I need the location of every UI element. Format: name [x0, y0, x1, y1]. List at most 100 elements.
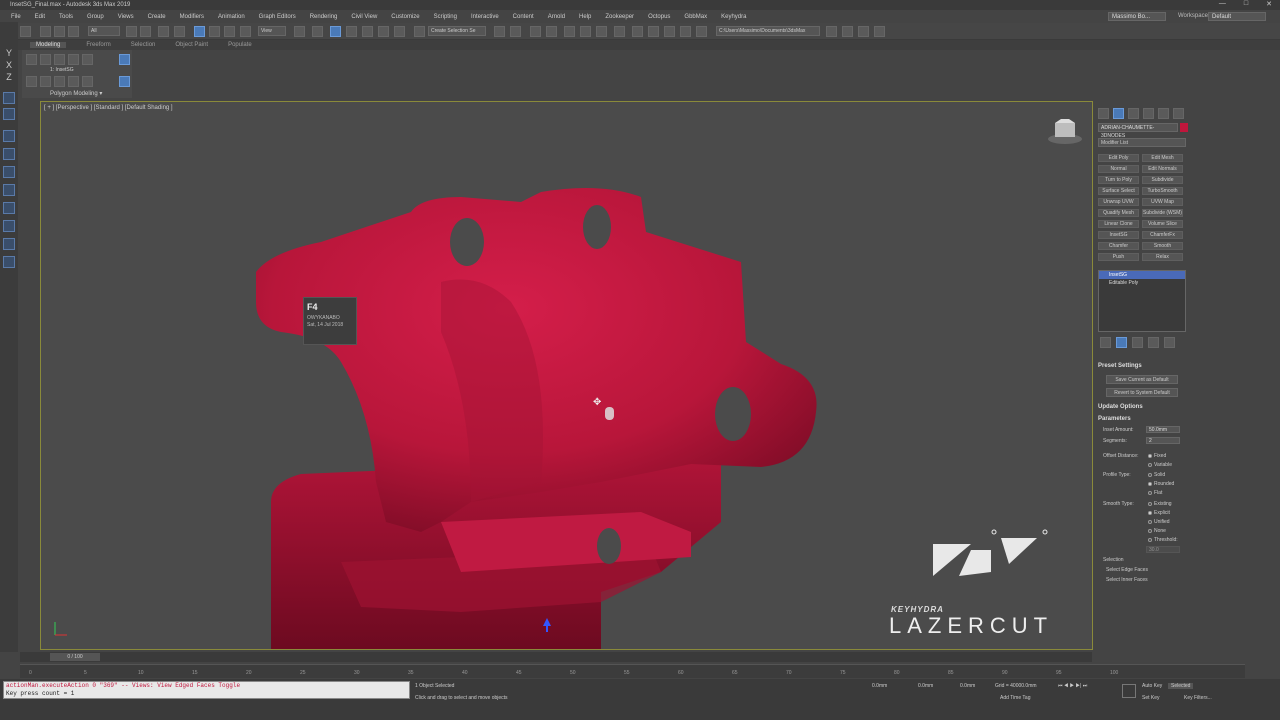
rendered-frame-window-icon[interactable] [648, 26, 659, 37]
link-icon[interactable] [40, 26, 51, 37]
brush-select-icon[interactable] [3, 130, 15, 142]
manipulate-icon[interactable] [312, 26, 323, 37]
unlink-icon[interactable] [54, 26, 65, 37]
inset-amount-spinner[interactable]: 50.0mm [1146, 426, 1180, 433]
select-scale-icon[interactable] [224, 26, 235, 37]
smooth-existing-radio[interactable]: Existing [1148, 501, 1172, 507]
modifier-button[interactable]: Chamfer [1098, 242, 1139, 250]
material-editor-icon[interactable] [614, 26, 625, 37]
modifier-button[interactable]: ChamferFx [1142, 231, 1183, 239]
rollout-preset-settings[interactable]: Preset Settings [1098, 363, 1186, 369]
edit-named-selection-icon[interactable] [414, 26, 425, 37]
modifier-button[interactable]: InsetSG [1098, 231, 1139, 239]
utilities-tab-icon[interactable] [1173, 108, 1184, 119]
render-cloud-icon[interactable] [680, 26, 691, 37]
auto-key-button[interactable]: Auto Key [1142, 683, 1162, 689]
pin-stack-icon[interactable] [26, 76, 37, 87]
modifier-button[interactable]: UVW Map [1142, 198, 1183, 206]
menu-scripting[interactable]: Scripting [427, 14, 464, 20]
render-production-icon[interactable] [664, 26, 675, 37]
lasso-icon[interactable] [3, 166, 15, 178]
save-file-icon[interactable] [858, 26, 869, 37]
snaps-toggle-icon[interactable] [346, 26, 357, 37]
select-object-icon[interactable] [126, 26, 137, 37]
x-coordinate-field[interactable]: 0.0mm [872, 683, 887, 689]
vertex-mode-icon[interactable] [26, 54, 37, 65]
object-color-swatch[interactable] [1180, 123, 1188, 132]
y-coordinate-field[interactable]: 0.0mm [918, 683, 933, 689]
smooth-explicit-radio[interactable]: Explicit [1148, 510, 1170, 516]
stack-item-insetsg[interactable]: InsetSG [1099, 271, 1185, 279]
playback-controls[interactable]: ⏮ ◀ ▶ ▶| ⏭ [1058, 683, 1087, 689]
tab-selection[interactable]: Selection [131, 42, 156, 48]
display-tab-icon[interactable] [1158, 108, 1169, 119]
wand-icon[interactable] [3, 184, 15, 196]
track-bar[interactable]: 0 5 10 15 20 25 30 35 40 45 50 55 60 65 … [20, 664, 1245, 678]
ribbon-toggle-icon[interactable] [564, 26, 575, 37]
add-time-tag[interactable]: Add Time Tag [1000, 695, 1030, 701]
motion-tab-icon[interactable] [1143, 108, 1154, 119]
object-name-field[interactable]: ADRIAN-CHAUMETTE-3DNODES [1098, 123, 1178, 139]
menu-help[interactable]: Help [572, 14, 598, 20]
sculpt-icon[interactable] [3, 238, 15, 250]
modifier-button[interactable]: TurboSmooth [1142, 187, 1183, 195]
reference-coordinate-dropdown[interactable]: View [258, 26, 286, 36]
keyboard-shortcut-override-icon[interactable] [330, 26, 341, 37]
modifier-button[interactable]: Edit Mesh [1142, 154, 1183, 162]
make-unique-icon[interactable] [1132, 337, 1143, 348]
pivot-center-icon[interactable] [294, 26, 305, 37]
configure-sets-icon[interactable] [82, 76, 93, 87]
z-coordinate-field[interactable]: 0.0mm [960, 683, 975, 689]
select-by-name-icon[interactable] [140, 26, 151, 37]
show-end-result-icon[interactable] [40, 76, 51, 87]
window-crossing-icon[interactable] [174, 26, 185, 37]
menu-views[interactable]: Views [111, 14, 141, 20]
menu-zookeeper[interactable]: Zookeeper [598, 14, 641, 20]
curve-editor-icon[interactable] [580, 26, 591, 37]
perspective-viewport[interactable]: [ + ] [Perspective ] [Standard ] [Defaul… [40, 101, 1093, 650]
hammer-icon[interactable] [3, 256, 15, 268]
key-filters-button[interactable]: Key Filters... [1184, 695, 1212, 701]
menu-create[interactable]: Create [141, 14, 173, 20]
menu-gbbmax[interactable]: GbbMax [677, 14, 714, 20]
modifier-button[interactable]: Edit Normals [1142, 165, 1183, 173]
a360-gallery-icon[interactable] [696, 26, 707, 37]
menu-customize[interactable]: Customize [384, 14, 426, 20]
modifier-button[interactable]: Linear Clone [1098, 220, 1139, 228]
pen-icon[interactable] [3, 202, 15, 214]
menu-animation[interactable]: Animation [211, 14, 252, 20]
menu-rendering[interactable]: Rendering [303, 14, 345, 20]
brush-icon[interactable] [3, 220, 15, 232]
maximize-button[interactable]: □ [1244, 0, 1248, 10]
modifier-button[interactable]: Edit Poly [1098, 154, 1139, 162]
tab-populate[interactable]: Populate [228, 42, 252, 48]
smooth-threshold-radio[interactable]: Threshold: [1148, 537, 1178, 543]
menu-file[interactable]: File [4, 14, 28, 20]
modify-tab-icon[interactable] [1113, 108, 1124, 119]
placement-icon[interactable] [240, 26, 251, 37]
polygon-modeling-label[interactable]: Polygon Modeling ▾ [50, 90, 102, 97]
select-inner-faces-checkbox[interactable]: Select Inner Faces [1106, 577, 1148, 583]
script-icon[interactable] [874, 26, 885, 37]
save-default-button[interactable]: Save Current as Default [1106, 375, 1178, 384]
key-mode-dropdown[interactable]: Selected [1168, 683, 1194, 689]
configure-sets-icon[interactable] [1164, 337, 1175, 348]
modifier-button[interactable]: Subdivide [1142, 176, 1183, 184]
close-button[interactable]: ✕ [1266, 0, 1272, 10]
constrain-x[interactable]: X [3, 60, 15, 70]
redo-icon[interactable] [20, 26, 31, 37]
paint-icon[interactable] [3, 148, 15, 160]
menu-content[interactable]: Content [506, 14, 541, 20]
align-icon[interactable] [510, 26, 521, 37]
menu-arnold[interactable]: Arnold [541, 14, 572, 20]
constrain-plane-icon[interactable] [3, 108, 15, 120]
user-account-dropdown[interactable]: Massimo Bo... [1108, 12, 1166, 21]
remove-modifier-icon[interactable] [68, 76, 79, 87]
profile-solid-radio[interactable]: Solid [1148, 472, 1165, 478]
constrain-xy-icon[interactable] [3, 92, 15, 104]
modifier-button[interactable]: Quadify Mesh [1098, 209, 1139, 217]
modifier-button[interactable]: Subdivide (WSM) [1142, 209, 1183, 217]
pin-stack-icon[interactable] [1100, 337, 1111, 348]
modifier-button[interactable]: Surface Select [1098, 187, 1139, 195]
workspace-dropdown[interactable]: Default [1208, 12, 1266, 21]
